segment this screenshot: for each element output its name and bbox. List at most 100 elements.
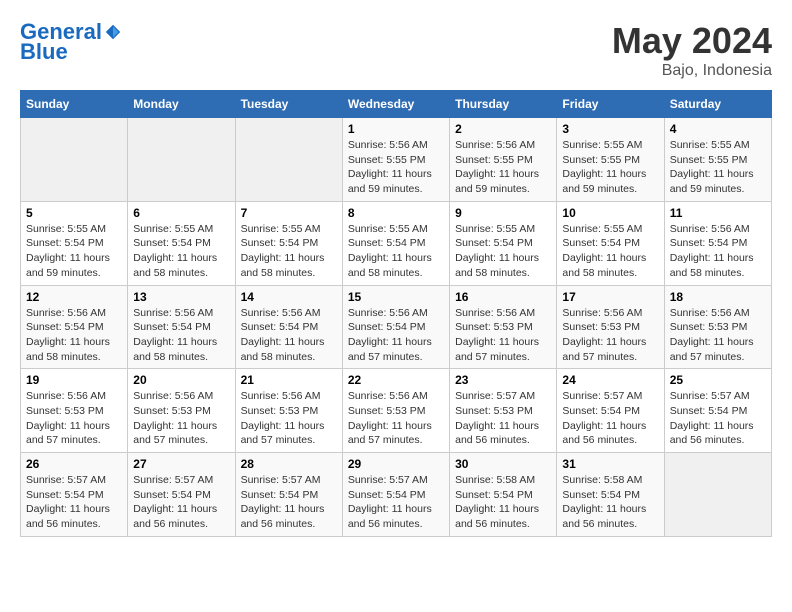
day-number: 9 <box>455 206 551 220</box>
day-info: Sunrise: 5:56 AM Sunset: 5:54 PM Dayligh… <box>133 306 229 365</box>
day-info: Sunrise: 5:55 AM Sunset: 5:54 PM Dayligh… <box>241 222 337 281</box>
calendar-cell: 29 Sunrise: 5:57 AM Sunset: 5:54 PM Dayli… <box>342 453 449 537</box>
weekday-header: Tuesday <box>235 91 342 118</box>
day-number: 11 <box>670 206 766 220</box>
day-number: 2 <box>455 122 551 136</box>
location-subtitle: Bajo, Indonesia <box>612 62 772 80</box>
day-info: Sunrise: 5:55 AM Sunset: 5:54 PM Dayligh… <box>133 222 229 281</box>
logo: General Blue <box>20 20 122 64</box>
day-number: 10 <box>562 206 658 220</box>
calendar-week-row: 26Sunrise: 5:57 AM Sunset: 5:54 PM Dayli… <box>21 453 772 537</box>
day-info: Sunrise: 5:56 AM Sunset: 5:53 PM Dayligh… <box>241 389 337 448</box>
day-info: Sunrise: 5:56 AM Sunset: 5:54 PM Dayligh… <box>241 306 337 365</box>
calendar-week-row: 19 Sunrise: 5:56 AM Sunset: 5:53 PM Dayli… <box>21 369 772 453</box>
calendar-cell: 1Sunrise: 5:56 AM Sunset: 5:55 PM Daylig… <box>342 118 449 202</box>
day-number: 13 <box>133 290 229 304</box>
day-info: Sunrise: 5:56 AM Sunset: 5:54 PM Dayligh… <box>670 222 766 281</box>
calendar-cell: 20Sunrise: 5:56 AM Sunset: 5:53 PM Dayli… <box>128 369 235 453</box>
day-number: 8 <box>348 206 444 220</box>
day-number: 5 <box>26 206 122 220</box>
calendar-cell <box>235 118 342 202</box>
day-info: Sunrise: 5:55 AM Sunset: 5:54 PM Dayligh… <box>348 222 444 281</box>
calendar-cell: 7 Sunrise: 5:55 AM Sunset: 5:54 PM Daylig… <box>235 201 342 285</box>
day-number: 19 <box>26 373 122 387</box>
day-info: Sunrise: 5:55 AM Sunset: 5:55 PM Dayligh… <box>562 138 658 197</box>
calendar-cell: 27 Sunrise: 5:57 AM Sunset: 5:54 PM Dayli… <box>128 453 235 537</box>
day-number: 25 <box>670 373 766 387</box>
calendar-cell: 23Sunrise: 5:57 AM Sunset: 5:53 PM Dayli… <box>450 369 557 453</box>
day-info: Sunrise: 5:56 AM Sunset: 5:55 PM Dayligh… <box>348 138 444 197</box>
calendar-cell: 25 Sunrise: 5:57 AM Sunset: 5:54 PM Dayli… <box>664 369 771 453</box>
calendar-cell: 5 Sunrise: 5:55 AM Sunset: 5:54 PM Daylig… <box>21 201 128 285</box>
title-block: May 2024 Bajo, Indonesia <box>612 20 772 80</box>
calendar-body: 1Sunrise: 5:56 AM Sunset: 5:55 PM Daylig… <box>21 118 772 537</box>
day-number: 15 <box>348 290 444 304</box>
day-info: Sunrise: 5:57 AM Sunset: 5:54 PM Dayligh… <box>133 473 229 532</box>
day-info: Sunrise: 5:55 AM Sunset: 5:54 PM Dayligh… <box>455 222 551 281</box>
calendar-cell: 16Sunrise: 5:56 AM Sunset: 5:53 PM Dayli… <box>450 285 557 369</box>
day-info: Sunrise: 5:56 AM Sunset: 5:53 PM Dayligh… <box>26 389 122 448</box>
calendar-cell: 12Sunrise: 5:56 AM Sunset: 5:54 PM Dayli… <box>21 285 128 369</box>
day-info: Sunrise: 5:56 AM Sunset: 5:53 PM Dayligh… <box>133 389 229 448</box>
day-info: Sunrise: 5:57 AM Sunset: 5:53 PM Dayligh… <box>455 389 551 448</box>
day-info: Sunrise: 5:56 AM Sunset: 5:55 PM Dayligh… <box>455 138 551 197</box>
calendar-cell: 17Sunrise: 5:56 AM Sunset: 5:53 PM Dayli… <box>557 285 664 369</box>
month-title: May 2024 <box>612 20 772 62</box>
day-info: Sunrise: 5:57 AM Sunset: 5:54 PM Dayligh… <box>26 473 122 532</box>
calendar-header-row: SundayMondayTuesdayWednesdayThursdayFrid… <box>21 91 772 118</box>
calendar-cell <box>664 453 771 537</box>
weekday-header: Wednesday <box>342 91 449 118</box>
day-number: 28 <box>241 457 337 471</box>
day-info: Sunrise: 5:58 AM Sunset: 5:54 PM Dayligh… <box>455 473 551 532</box>
calendar-cell: 13 Sunrise: 5:56 AM Sunset: 5:54 PM Dayli… <box>128 285 235 369</box>
calendar-cell: 24Sunrise: 5:57 AM Sunset: 5:54 PM Dayli… <box>557 369 664 453</box>
logo-icon <box>104 23 122 41</box>
calendar-cell: 11 Sunrise: 5:56 AM Sunset: 5:54 PM Dayli… <box>664 201 771 285</box>
day-info: Sunrise: 5:58 AM Sunset: 5:54 PM Dayligh… <box>562 473 658 532</box>
calendar-cell <box>128 118 235 202</box>
calendar-cell: 3 Sunrise: 5:55 AM Sunset: 5:55 PM Daylig… <box>557 118 664 202</box>
day-info: Sunrise: 5:56 AM Sunset: 5:54 PM Dayligh… <box>348 306 444 365</box>
day-info: Sunrise: 5:55 AM Sunset: 5:54 PM Dayligh… <box>26 222 122 281</box>
calendar-cell <box>21 118 128 202</box>
day-number: 17 <box>562 290 658 304</box>
weekday-header: Friday <box>557 91 664 118</box>
weekday-header: Sunday <box>21 91 128 118</box>
calendar-cell: 15 Sunrise: 5:56 AM Sunset: 5:54 PM Dayli… <box>342 285 449 369</box>
day-info: Sunrise: 5:55 AM Sunset: 5:55 PM Dayligh… <box>670 138 766 197</box>
day-number: 22 <box>348 373 444 387</box>
calendar-cell: 21 Sunrise: 5:56 AM Sunset: 5:53 PM Dayli… <box>235 369 342 453</box>
calendar-cell: 9 Sunrise: 5:55 AM Sunset: 5:54 PM Daylig… <box>450 201 557 285</box>
day-number: 18 <box>670 290 766 304</box>
calendar-cell: 22Sunrise: 5:56 AM Sunset: 5:53 PM Dayli… <box>342 369 449 453</box>
weekday-header: Monday <box>128 91 235 118</box>
day-info: Sunrise: 5:57 AM Sunset: 5:54 PM Dayligh… <box>241 473 337 532</box>
day-number: 29 <box>348 457 444 471</box>
day-number: 27 <box>133 457 229 471</box>
calendar-cell: 2 Sunrise: 5:56 AM Sunset: 5:55 PM Daylig… <box>450 118 557 202</box>
calendar-week-row: 12Sunrise: 5:56 AM Sunset: 5:54 PM Dayli… <box>21 285 772 369</box>
day-number: 14 <box>241 290 337 304</box>
weekday-header: Saturday <box>664 91 771 118</box>
day-number: 6 <box>133 206 229 220</box>
weekday-header: Thursday <box>450 91 557 118</box>
day-number: 4 <box>670 122 766 136</box>
day-info: Sunrise: 5:57 AM Sunset: 5:54 PM Dayligh… <box>348 473 444 532</box>
page-header: General Blue May 2024 Bajo, Indonesia <box>20 20 772 80</box>
day-number: 3 <box>562 122 658 136</box>
day-number: 21 <box>241 373 337 387</box>
day-number: 7 <box>241 206 337 220</box>
calendar-week-row: 1Sunrise: 5:56 AM Sunset: 5:55 PM Daylig… <box>21 118 772 202</box>
calendar-table: SundayMondayTuesdayWednesdayThursdayFrid… <box>20 90 772 537</box>
day-info: Sunrise: 5:56 AM Sunset: 5:53 PM Dayligh… <box>670 306 766 365</box>
calendar-cell: 8 Sunrise: 5:55 AM Sunset: 5:54 PM Daylig… <box>342 201 449 285</box>
logo-blue: Blue <box>20 40 68 64</box>
day-number: 30 <box>455 457 551 471</box>
day-number: 31 <box>562 457 658 471</box>
day-info: Sunrise: 5:57 AM Sunset: 5:54 PM Dayligh… <box>670 389 766 448</box>
calendar-cell: 30 Sunrise: 5:58 AM Sunset: 5:54 PM Dayli… <box>450 453 557 537</box>
calendar-cell: 19 Sunrise: 5:56 AM Sunset: 5:53 PM Dayli… <box>21 369 128 453</box>
calendar-cell: 4 Sunrise: 5:55 AM Sunset: 5:55 PM Daylig… <box>664 118 771 202</box>
day-info: Sunrise: 5:56 AM Sunset: 5:53 PM Dayligh… <box>455 306 551 365</box>
day-number: 24 <box>562 373 658 387</box>
